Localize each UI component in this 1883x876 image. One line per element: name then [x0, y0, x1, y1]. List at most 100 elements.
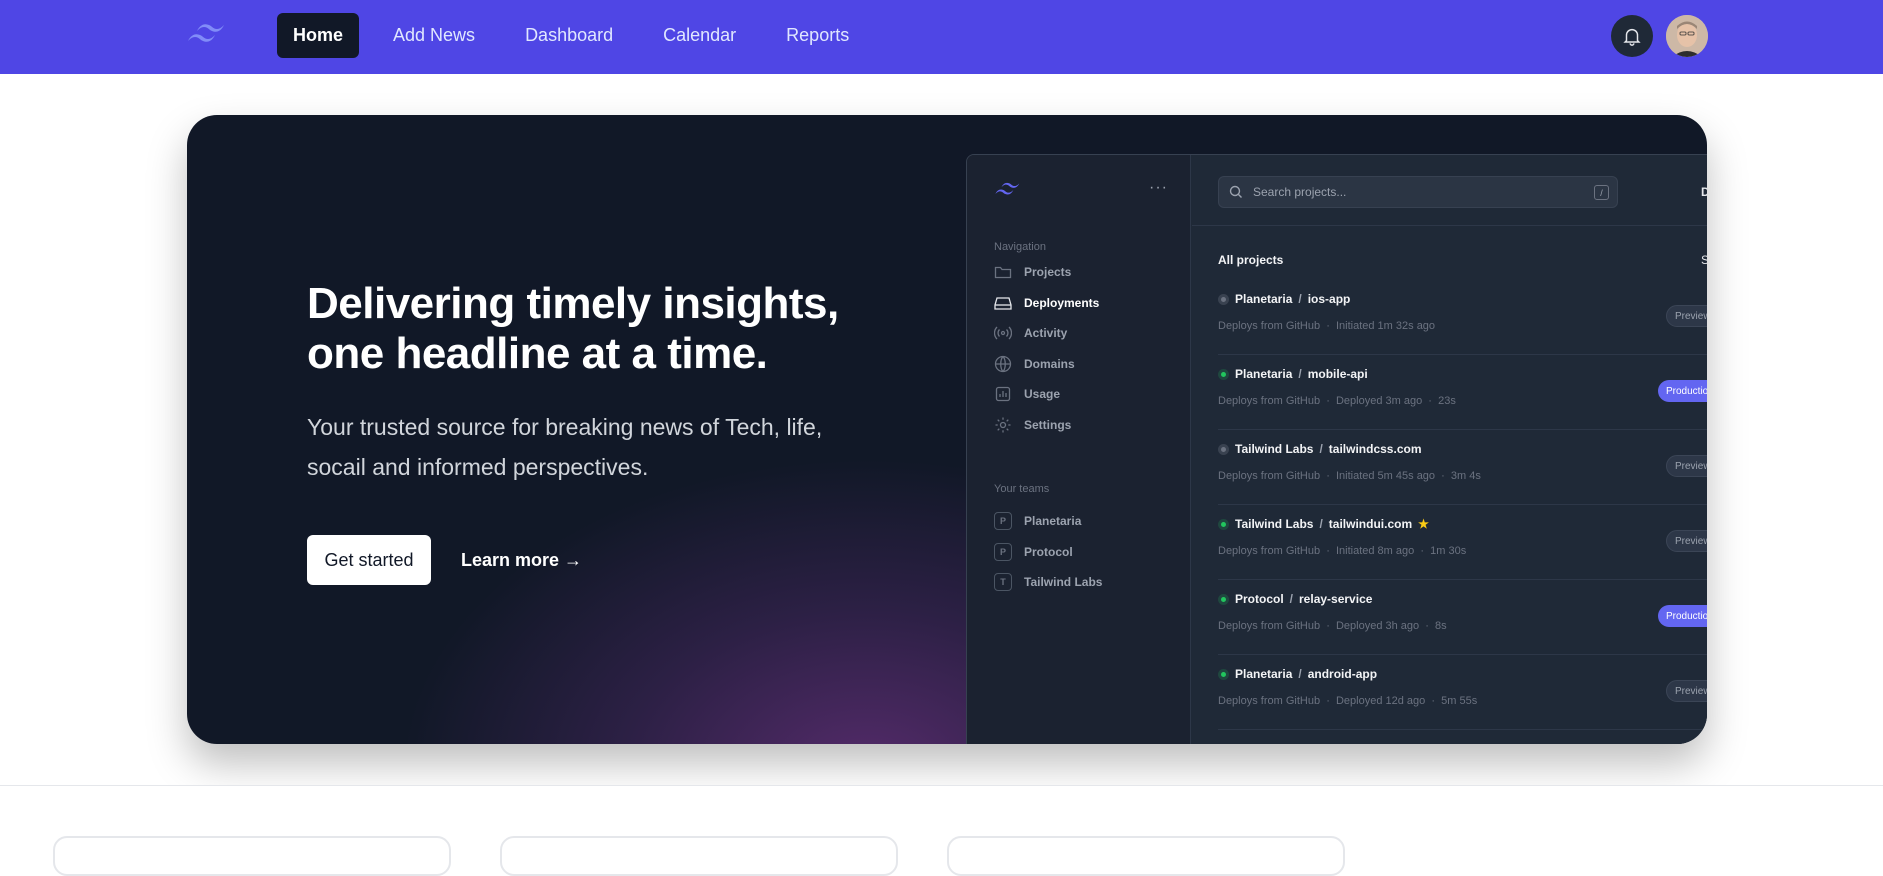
nav-calendar[interactable]: Calendar [647, 13, 752, 58]
globe-icon [994, 355, 1012, 373]
gear-icon [994, 416, 1012, 434]
server-icon [994, 294, 1012, 312]
project-meta: Deploys from GitHub · Initiated 1m 32s a… [1218, 320, 1436, 332]
project-meta: Deploys from GitHub · Initiated 5m 45s a… [1218, 470, 1481, 482]
project-row[interactable]: Tailwind Labs / tailwindui.com ★ Deploys fro… [1218, 506, 1707, 580]
project-meta: Deploys from GitHub · Initiated 8m ago ·… [1218, 545, 1467, 557]
status-dot-icon [1218, 593, 1229, 605]
team-initial-badge: T [994, 573, 1012, 591]
team-initial-badge: P [994, 543, 1012, 561]
search-shortcut-key: / [1594, 185, 1609, 200]
sidebar-item-label: Activity [1024, 326, 1068, 340]
sidebar-item-usage[interactable]: Usage [994, 383, 1060, 405]
environment-badge: Preview [1666, 680, 1707, 702]
nav-home[interactable]: Home [277, 13, 360, 58]
sidebar-item-label: Settings [1024, 418, 1072, 432]
notifications-button[interactable] [1611, 15, 1653, 57]
get-started-button[interactable]: Get started [307, 535, 431, 585]
header-fragment: D [1701, 185, 1707, 199]
path-separator: / [1298, 667, 1302, 681]
sidebar-item-label: Projects [1024, 265, 1072, 279]
divider [1192, 225, 1707, 226]
status-dot-icon [1218, 668, 1229, 680]
project-title: Planetaria / android-app [1218, 667, 1377, 681]
status-dot-icon [1218, 293, 1229, 305]
app-main: Search projects... / D All projects So P… [1192, 155, 1707, 744]
project-name: ios-app [1307, 292, 1351, 306]
sidebar-item-domains[interactable]: Domains [994, 353, 1075, 375]
project-row[interactable]: Planetaria / mobile-api Deploys from GitHub… [1218, 356, 1707, 430]
project-row[interactable]: Protocol / relay-service Deploys from GitHu… [1218, 581, 1707, 655]
status-dot-icon [1218, 518, 1229, 530]
environment-badge: Production [1658, 605, 1707, 627]
project-team: Tailwind Labs [1235, 517, 1314, 531]
status-dot-icon [1218, 368, 1229, 380]
top-navbar: Home Add News Dashboard Calendar Reports [0, 0, 1883, 74]
status-dot-icon [1218, 443, 1229, 455]
project-team: Planetaria [1235, 292, 1293, 306]
news-card[interactable] [500, 836, 898, 876]
learn-more-link[interactable]: Learn more → [461, 535, 582, 585]
path-separator: / [1298, 292, 1302, 306]
bell-icon [1623, 28, 1641, 46]
project-title: Tailwind Labs / tailwindui.com ★ [1218, 517, 1429, 531]
sidebar-item-label: Deployments [1024, 296, 1100, 310]
nav-dashboard[interactable]: Dashboard [509, 13, 629, 58]
environment-badge: Preview [1666, 455, 1707, 477]
project-meta: Deploys from GitHub · Deployed 3m ago · … [1218, 395, 1456, 407]
environment-badge: Preview [1666, 305, 1707, 327]
project-name: relay-service [1299, 592, 1373, 606]
project-team: Planetaria [1235, 667, 1293, 681]
project-title: Protocol / relay-service [1218, 592, 1372, 606]
project-name: android-app [1307, 667, 1378, 681]
hero-subtitle: Your trusted source for breaking news of… [307, 414, 823, 480]
path-separator: / [1319, 442, 1323, 456]
nav-add-news[interactable]: Add News [377, 13, 491, 58]
project-name: tailwindui.com [1328, 517, 1413, 531]
news-card[interactable] [53, 836, 451, 876]
team-initial-badge: P [994, 512, 1012, 530]
sidebar-team-planetaria[interactable]: P Planetaria [994, 510, 1081, 532]
nav-reports[interactable]: Reports [770, 13, 865, 58]
more-options-icon[interactable]: ··· [1149, 179, 1168, 197]
hero-title: Delivering timely insights, one headline… [307, 279, 907, 379]
project-meta: Deploys from GitHub · Deployed 3h ago · … [1218, 620, 1447, 632]
project-team: Tailwind Labs [1235, 442, 1314, 456]
sort-control[interactable]: So [1701, 253, 1707, 267]
search-icon [1229, 185, 1242, 198]
project-title: Planetaria / ios-app [1218, 292, 1350, 306]
environment-badge: Production [1658, 380, 1707, 402]
teams-heading: Your teams [994, 483, 1050, 495]
search-placeholder: Search projects... [1253, 185, 1347, 199]
hero-title-line2: one headline at a time. [307, 329, 768, 378]
project-row[interactable]: Tailwind Labs / tailwindcss.com Deploys fro… [1218, 431, 1707, 505]
nav-heading: Navigation [994, 241, 1046, 253]
tailwind-wave-icon[interactable] [186, 20, 228, 50]
path-separator: / [1298, 367, 1302, 381]
team-label: Planetaria [1024, 514, 1082, 528]
app-preview: ··· Navigation Projects Deployments Acti… [966, 154, 1707, 744]
project-meta: Deploys from GitHub · Deployed 12d ago ·… [1218, 695, 1478, 707]
news-card[interactable] [947, 836, 1345, 876]
project-row[interactable]: Planetaria / android-app Deploys from GitHu… [1218, 656, 1707, 730]
sidebar-item-projects[interactable]: Projects [994, 261, 1071, 283]
list-heading: All projects [1218, 253, 1284, 267]
sidebar-team-tailwind-labs[interactable]: T Tailwind Labs [994, 571, 1102, 593]
project-team: Planetaria [1235, 367, 1293, 381]
team-label: Tailwind Labs [1024, 575, 1103, 589]
nav-links: Home Add News Dashboard Calendar Reports [277, 13, 883, 58]
sidebar-item-deployments[interactable]: Deployments [994, 292, 1099, 314]
sidebar-item-activity[interactable]: Activity [994, 322, 1067, 344]
project-title: Tailwind Labs / tailwindcss.com [1218, 442, 1422, 456]
user-avatar[interactable] [1666, 15, 1708, 57]
search-input[interactable]: Search projects... / [1218, 176, 1618, 208]
sidebar-item-label: Usage [1024, 387, 1061, 401]
tailwind-wave-icon [995, 182, 1020, 195]
sidebar-item-label: Domains [1024, 357, 1075, 371]
team-label: Protocol [1024, 545, 1073, 559]
sidebar-item-settings[interactable]: Settings [994, 414, 1071, 436]
project-team: Protocol [1235, 592, 1284, 606]
folder-icon [994, 263, 1012, 281]
project-row[interactable]: Planetaria / ios-app Deploys from GitHub · … [1218, 281, 1707, 355]
sidebar-team-protocol[interactable]: P Protocol [994, 541, 1073, 563]
